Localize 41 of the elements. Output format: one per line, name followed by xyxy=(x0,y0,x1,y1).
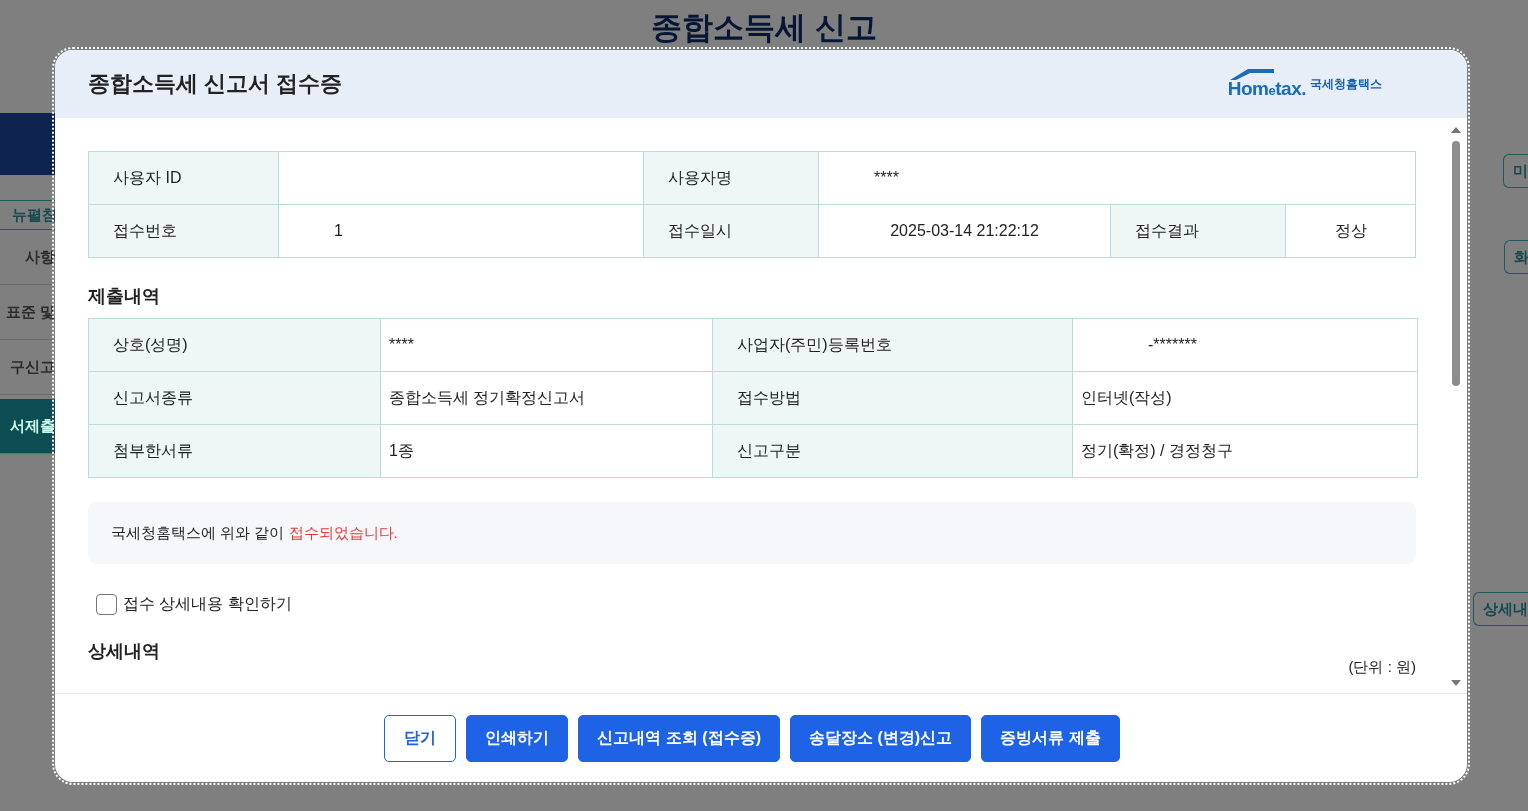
header-cell: 접수결과 xyxy=(1111,205,1286,258)
table-cell: 1종 xyxy=(380,424,713,478)
checkbox[interactable] xyxy=(96,594,117,615)
sidebar-item[interactable]: 서제출 xyxy=(0,399,57,454)
header-cell: 상호(성명) xyxy=(88,318,381,372)
scroll-down-icon[interactable] xyxy=(1451,680,1461,687)
page-button[interactable]: 상세내 xyxy=(1473,592,1528,626)
header-cell: 신고구분 xyxy=(712,424,1073,478)
header-cell: 사업자(주민)등록번호 xyxy=(712,318,1073,372)
table-cell: 인터넷(작성) xyxy=(1072,371,1418,425)
logo-text: 국세청홈택스 xyxy=(1310,75,1382,93)
action-button[interactable]: 송달장소 (변경)신고 xyxy=(790,714,972,762)
table-cell: **** xyxy=(380,318,713,372)
action-button[interactable]: 닫기 xyxy=(384,714,457,762)
header-cell: 신고서종류 xyxy=(88,371,381,425)
table-cell: 정기(확정) / 경정청구 xyxy=(1072,424,1418,478)
menu-toggle-button[interactable]: 뉴펼침 xyxy=(0,200,57,230)
page-button[interactable]: 미 xyxy=(1503,154,1528,188)
sidebar-header xyxy=(0,113,57,175)
table-cell: 정상 xyxy=(1286,205,1416,258)
section-heading: 상세내역 xyxy=(88,640,160,663)
header-cell: 접수일시 xyxy=(644,205,819,258)
header-cell: 첨부한서류 xyxy=(88,424,381,478)
header-cell: 사용자 ID xyxy=(89,152,279,205)
page-button[interactable]: 화 xyxy=(1504,240,1528,274)
header-cell: 접수번호 xyxy=(89,205,279,258)
action-button[interactable]: 증빙서류 제출 xyxy=(981,714,1120,762)
notice-message: 국세청홈택스에 위와 같이 접수되었습니다. xyxy=(88,502,1416,564)
header-cell: 접수방법 xyxy=(712,371,1073,425)
table-cell: -******* xyxy=(1072,318,1418,372)
section-heading: 제출내역 xyxy=(88,285,161,308)
header-cell: 사용자명 xyxy=(644,152,819,205)
action-button[interactable]: 신고내역 조회 (접수증) xyxy=(578,714,780,762)
unit-label: (단위 : 원) xyxy=(1348,658,1416,677)
page-title: 종합소득세 신고 xyxy=(651,10,877,46)
table-cell: 종합소득세 정기확정신고서 xyxy=(380,371,713,425)
scroll-up-icon[interactable] xyxy=(1451,126,1461,133)
action-button[interactable]: 인쇄하기 xyxy=(466,714,569,762)
dialog-title: 종합소득세 신고서 접수증 xyxy=(88,70,343,98)
scrollbar-thumb[interactable] xyxy=(1452,141,1460,386)
checkbox-label: 접수 상세내용 확인하기 xyxy=(123,594,292,614)
